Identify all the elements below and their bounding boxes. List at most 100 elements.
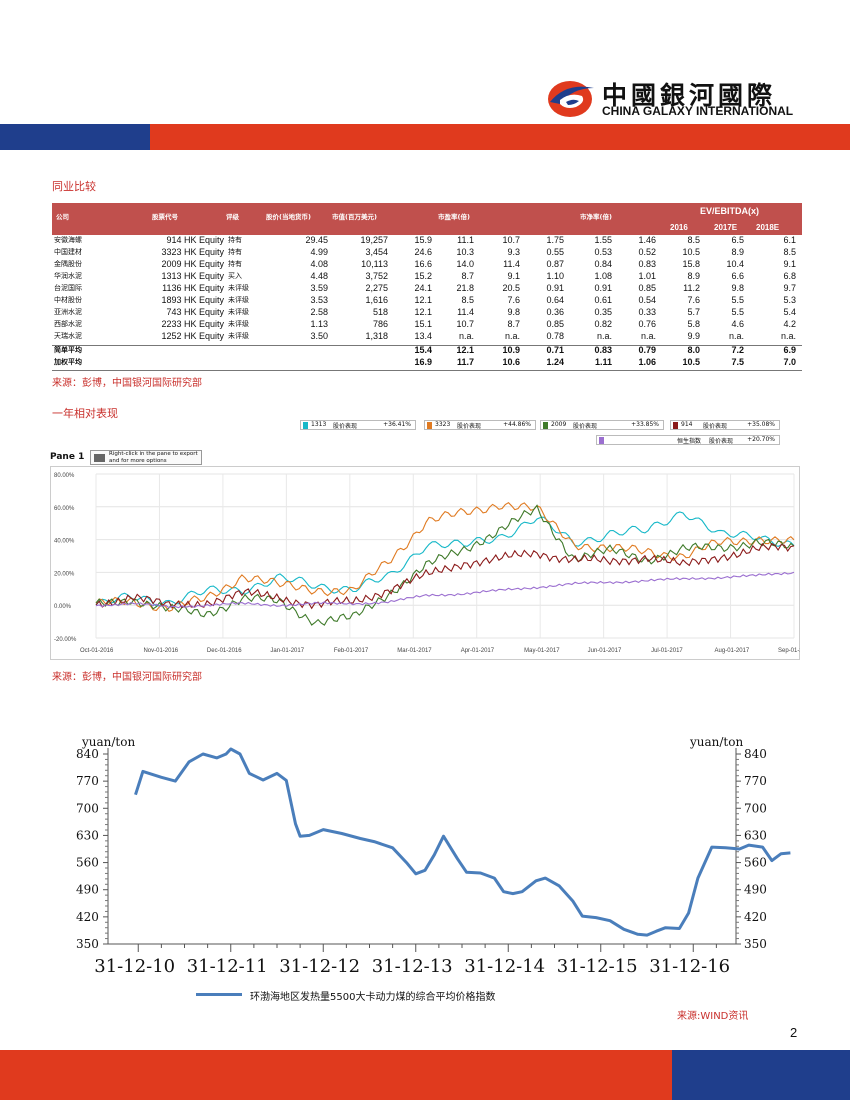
cell-ticker: 1893 HK Equity — [161, 295, 224, 305]
cell-pb-2018e: 1.01 — [638, 271, 656, 281]
coal-y-tick-left: 770 — [76, 774, 99, 788]
perf-x-tick: Jan-01-2017 — [270, 648, 304, 654]
perf-chart: 80.00% 60.00% 40.00% 20.00% 0.00% -20.00%Oct-… — [50, 466, 800, 660]
cell-mktcap: 1,616 — [365, 295, 388, 305]
coal-y-tick-left: 700 — [76, 801, 99, 815]
summary-cell: 6.9 — [783, 345, 796, 355]
cell-rating: 持有 — [228, 260, 242, 268]
coal-source-note: 来源:WIND资讯 — [677, 1011, 749, 1022]
col-year-2016: 2016 — [670, 223, 688, 232]
legend-swatch — [673, 422, 678, 429]
cell-pb-2018e: 0.33 — [638, 307, 656, 317]
cell-price: 3.50 — [310, 331, 328, 341]
cell-price: 3.59 — [310, 283, 328, 293]
cell-ev-2017e: 5.5 — [731, 307, 744, 317]
cell-pb-2016: 0.87 — [546, 259, 564, 269]
perf-x-tick: Jul-01-2017 — [651, 648, 683, 654]
coal-x-tick: 31-12-13 — [372, 956, 453, 977]
summary-cell: 10.6 — [502, 357, 520, 367]
cell-rating: 持有 — [228, 236, 242, 244]
cell-ev-2016: 5.8 — [687, 319, 700, 329]
cell-pb-2016: 0.85 — [546, 319, 564, 329]
cell-rating: 买入 — [228, 272, 242, 280]
cell-pb-2018e: 0.85 — [638, 283, 656, 293]
cell-pb-2018e: 0.52 — [638, 247, 656, 257]
cell-mktcap: 19,257 — [360, 235, 388, 245]
footer-color-bar — [0, 1050, 850, 1100]
perf-x-tick: Mar-01-2017 — [397, 648, 432, 654]
cell-ev-2018e: 8.5 — [783, 247, 796, 257]
coal-y-tick-right: 700 — [744, 801, 767, 815]
cell-mktcap: 3,752 — [365, 271, 388, 281]
summary-cell: 0.71 — [546, 345, 564, 355]
legend-label: 股价表现 — [457, 423, 482, 430]
cell-pe-2016: 24.1 — [414, 283, 432, 293]
legend-code: 恒生指数 — [677, 438, 702, 445]
legend-swatch — [303, 422, 308, 429]
col-mktcap: 市值(百万美元) — [332, 213, 377, 221]
perf-y-tick: 40.00% — [54, 539, 75, 545]
legend-item: 恒生指数 股价表现 +20.70% — [596, 435, 780, 445]
cell-rating: 未评级 — [228, 308, 249, 316]
col-rating: 评级 — [226, 213, 239, 221]
cell-pb-2016: 0.36 — [546, 307, 564, 317]
cell-ev-2016: 15.8 — [682, 259, 700, 269]
legend-value: +20.70% — [747, 436, 775, 443]
pane-export-tip[interactable]: Right-click in the pane to export and fo… — [90, 450, 202, 465]
summary-row: 简单平均 15.4 12.1 10.9 0.71 0.83 0.79 8.0 7.2 6.9 — [52, 345, 802, 357]
cell-pb-2016: 0.64 — [546, 295, 564, 305]
cell-pe-2018e: 8.7 — [507, 319, 520, 329]
cell-ev-2017e: 6.6 — [731, 271, 744, 281]
coal-ylabel-right: yuan/ton — [689, 735, 743, 749]
coal-y-tick-left: 840 — [76, 747, 99, 761]
coal-chart: yuan/ton yuan/ton840 840770 770700 700630 630… — [76, 735, 791, 977]
cell-pb-2016: 0.91 — [546, 283, 564, 293]
perf-x-tick: Nov-01-2016 — [143, 648, 178, 654]
col-ticker: 股票代号 — [152, 213, 178, 221]
cell-company: 亚洲水泥 — [54, 308, 82, 316]
cell-ev-2017e: 10.4 — [726, 259, 744, 269]
coal-y-tick-left: 420 — [76, 910, 99, 924]
pane-tip-text: Right-click in the pane to export and fo… — [109, 451, 198, 464]
perf-y-tick: 80.00% — [54, 473, 75, 479]
coal-x-tick: 31-12-11 — [187, 956, 268, 977]
summary-cell: 12.1 — [456, 345, 474, 355]
cell-ticker: 914 HK Equity — [166, 235, 224, 245]
coal-y-tick-right: 490 — [744, 883, 767, 897]
cell-ev-2016: 5.7 — [687, 307, 700, 317]
cell-mktcap: 518 — [372, 307, 388, 317]
cell-pe-2017e: 8.5 — [461, 295, 474, 305]
summary-cell: 11.7 — [456, 357, 474, 367]
perf-x-tick: Dec-01-2016 — [207, 648, 242, 654]
cell-pe-2016: 12.1 — [414, 307, 432, 317]
perf-x-tick: Feb-01-2017 — [334, 648, 369, 654]
cell-pe-2016: 15.2 — [414, 271, 432, 281]
cell-mktcap: 786 — [372, 319, 388, 329]
cell-ev-2016: 11.2 — [683, 283, 700, 293]
coal-y-tick-left: 630 — [76, 828, 99, 842]
cell-rating: 未评级 — [228, 296, 249, 304]
coal-y-tick-right: 560 — [744, 856, 767, 870]
company-logo: 中國銀河國際 CHINA GALAXY INTERNATIONAL — [546, 74, 796, 122]
col-pb: 市净率(倍) — [580, 213, 612, 221]
legend-code: 1313 — [311, 421, 327, 428]
legend-code: 3323 — [435, 421, 451, 428]
cell-mktcap: 1,318 — [365, 331, 388, 341]
cell-price: 2.58 — [310, 307, 328, 317]
legend-item: 3323 股价表现 +44.86% — [424, 420, 536, 430]
perf-x-tick: Sep-01-2 — [778, 648, 800, 654]
cell-pe-2018e: 7.6 — [507, 295, 520, 305]
cell-ticker: 3323 HK Equity — [161, 247, 224, 257]
coal-y-tick-right: 840 — [744, 747, 767, 761]
legend-label: 股价表现 — [333, 423, 358, 430]
cell-pe-2016: 15.1 — [414, 319, 432, 329]
cell-price: 4.08 — [310, 259, 328, 269]
cell-pe-2018e: 9.8 — [507, 307, 520, 317]
legend-code: 914 — [681, 421, 693, 428]
coal-x-tick: 31-12-14 — [464, 956, 545, 977]
cell-pe-2016: 24.6 — [414, 247, 432, 257]
summary-cell: 10.5 — [682, 357, 700, 367]
cell-ticker: 743 HK Equity — [166, 307, 224, 317]
cell-ev-2018e: 4.2 — [783, 319, 796, 329]
cell-ev-2018e: 6.1 — [783, 235, 796, 245]
